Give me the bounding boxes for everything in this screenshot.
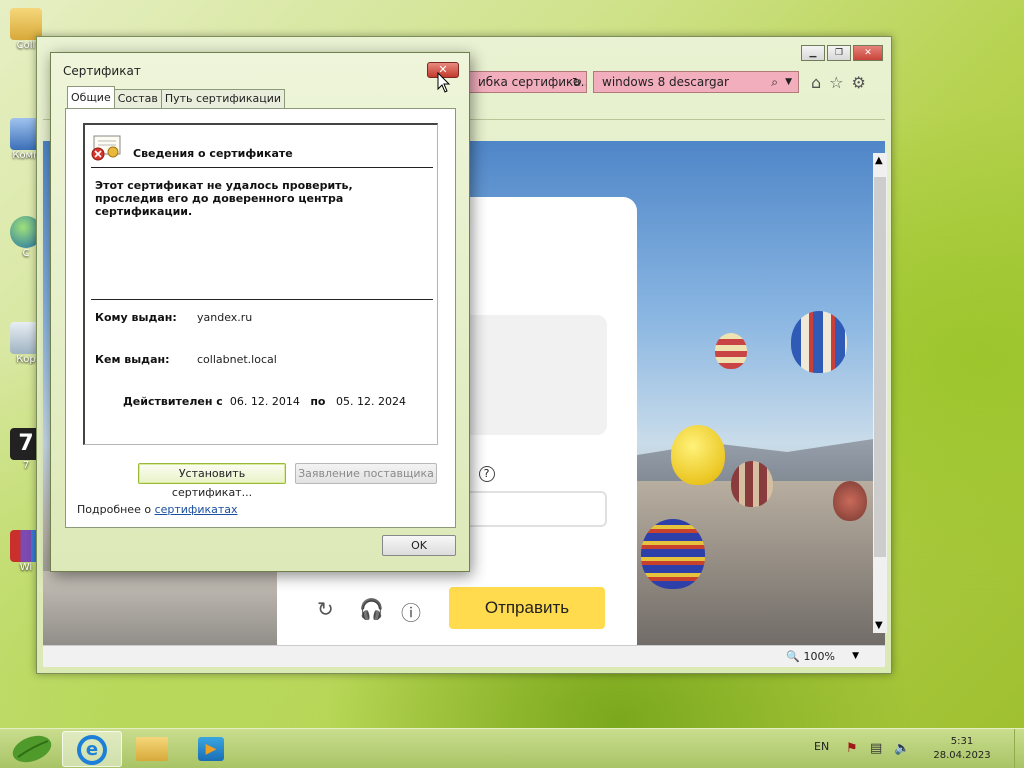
folder-icon: [136, 737, 168, 761]
vertical-scrollbar[interactable]: ▲ ▼: [873, 153, 887, 633]
install-certificate-button[interactable]: Установить сертификат...: [138, 463, 286, 499]
reload-icon[interactable]: ↻: [317, 597, 334, 621]
home-icon[interactable]: ⌂: [811, 73, 821, 92]
tab-certificate-error-label: ибка сертифика...: [478, 75, 587, 89]
refresh-icon[interactable]: ↻: [572, 72, 582, 92]
divider: [91, 167, 433, 168]
close-button[interactable]: ✕: [853, 45, 883, 61]
zoom-icon: 🔍: [786, 650, 801, 663]
show-desktop-button[interactable]: [1014, 729, 1024, 768]
scroll-down-icon[interactable]: ▼: [875, 620, 883, 631]
status-bar: 🔍 100% ▼: [43, 645, 885, 667]
chevron-down-icon[interactable]: ▼: [785, 72, 792, 92]
search-box[interactable]: windows 8 descargar ⌕ ▼: [593, 71, 799, 93]
dialog-title: Сертификат: [63, 64, 141, 78]
certificate-info-box: Сведения о сертификате Этот сертификат н…: [83, 123, 438, 445]
system-clock[interactable]: 5:31 28.04.2023: [930, 735, 994, 763]
rocks-image: [43, 571, 277, 645]
volume-muted-icon[interactable]: 🔈: [894, 741, 910, 756]
start-button[interactable]: [8, 733, 56, 765]
zoom-level: 100%: [803, 650, 835, 663]
tab-general[interactable]: Общие: [67, 86, 115, 108]
certificate-dialog: Сертификат ✕ Общие Состав Путь сертифика…: [50, 52, 470, 572]
ok-button[interactable]: OK: [382, 535, 456, 556]
tab-certification-path[interactable]: Путь сертификации: [160, 89, 286, 108]
minimize-button[interactable]: ▁: [801, 45, 825, 61]
valid-from-label: Действителен с: [123, 395, 223, 408]
search-icon[interactable]: ⌕: [771, 72, 778, 92]
taskbar-item-ie[interactable]: e: [62, 731, 122, 767]
taskbar-item-explorer[interactable]: [122, 731, 182, 767]
validity-row: Действителен с 06. 12. 2014 по 05. 12. 2…: [123, 395, 406, 408]
action-center-icon[interactable]: ⚑: [846, 741, 858, 756]
more-info-text: Подробнее о: [77, 503, 152, 516]
maximize-button[interactable]: ❐: [827, 45, 851, 61]
headphones-icon[interactable]: 🎧: [359, 597, 384, 621]
internet-explorer-icon: e: [77, 735, 107, 765]
divider: [91, 299, 433, 300]
valid-to-value: 05. 12. 2024: [336, 395, 406, 408]
star-icon[interactable]: ☆: [829, 73, 843, 92]
scrollbar-thumb[interactable]: [874, 177, 886, 557]
general-panel: Сведения о сертификате Этот сертификат н…: [65, 108, 456, 528]
issued-by-value: collabnet.local: [197, 353, 277, 366]
balloon-image: [791, 311, 847, 373]
browser-window-controls: ▁ ❐ ✕: [801, 45, 883, 61]
certificate-message: Этот сертификат не удалось проверить, пр…: [95, 179, 353, 218]
network-icon[interactable]: ▤: [870, 741, 882, 756]
balloon-image: [731, 461, 773, 507]
balloon-image: [641, 519, 705, 589]
issuer-statement-button: Заявление поставщика: [295, 463, 437, 484]
search-input[interactable]: windows 8 descargar: [602, 75, 729, 89]
more-info: Подробнее о сертификатах: [77, 503, 238, 516]
certificate-heading: Сведения о сертификате: [133, 147, 293, 160]
taskbar-item-media-player[interactable]: ▶: [182, 731, 242, 767]
mouse-cursor-icon: [437, 72, 451, 93]
dialog-tabs: Общие Состав Путь сертификации: [67, 86, 286, 108]
send-button[interactable]: Отправить: [449, 587, 605, 629]
balloon-image: [715, 333, 747, 369]
valid-from-value: 06. 12. 2014: [229, 395, 300, 408]
balloon-image: [833, 481, 867, 521]
clock-time: 5:31: [950, 736, 974, 747]
certificate-error-icon: [91, 135, 121, 161]
certificates-link[interactable]: сертификатах: [155, 503, 238, 516]
tab-details[interactable]: Состав: [113, 89, 162, 108]
clock-date: 28.04.2023: [933, 750, 991, 761]
valid-to-label: по: [310, 395, 326, 408]
zoom-chevron-icon[interactable]: ▼: [852, 651, 859, 661]
balloon-image: [671, 425, 725, 485]
scroll-up-icon[interactable]: ▲: [875, 155, 883, 166]
issued-to-value: yandex.ru: [197, 311, 253, 324]
issued-to-label: Кому выдан:: [95, 311, 177, 324]
gear-icon[interactable]: ⚙: [852, 73, 866, 92]
zoom-control[interactable]: 🔍 100%: [786, 650, 835, 663]
tab-certificate-error[interactable]: ибка сертифика... ↻: [469, 71, 587, 93]
media-player-icon: ▶: [198, 737, 224, 761]
browser-toolbar-icons: ⌂ ☆ ⚙: [811, 73, 866, 92]
issued-by-label: Кем выдан:: [95, 353, 170, 366]
language-indicator[interactable]: EN: [814, 740, 829, 753]
taskbar: e ▶ EN ⚑ ▤ 🔈 5:31 28.04.2023: [0, 728, 1024, 768]
info-icon[interactable]: ⓘ: [401, 597, 421, 626]
question-icon[interactable]: ?: [478, 466, 495, 482]
